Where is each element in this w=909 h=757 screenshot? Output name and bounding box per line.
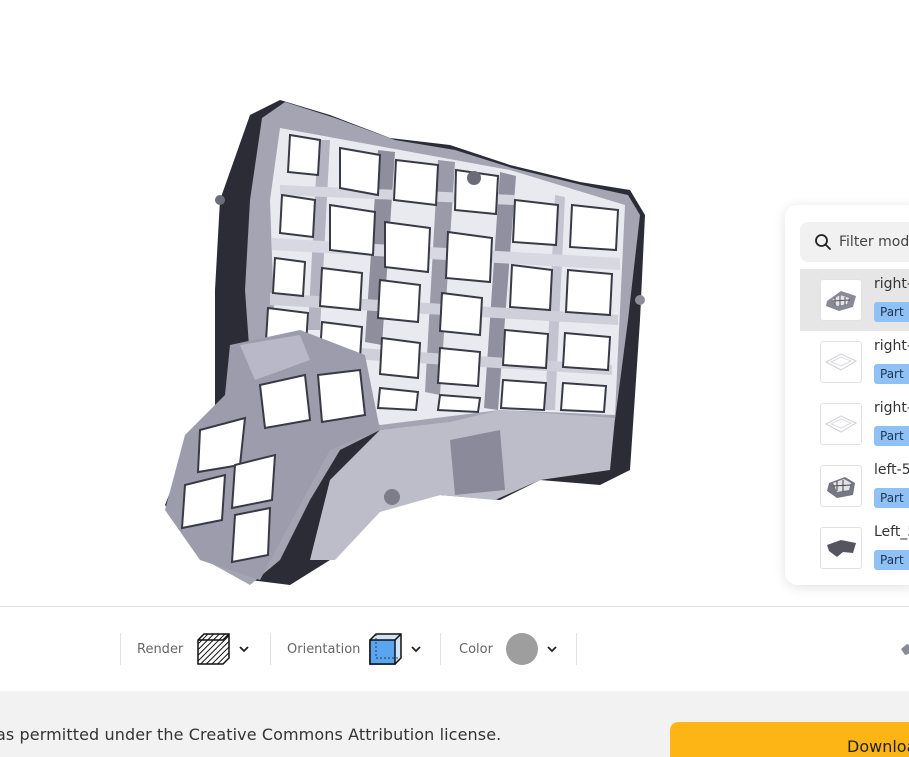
3d-model-viewer[interactable] [0,0,909,606]
color-label: Color [459,642,493,657]
part-badge: Part [874,488,909,508]
model-thumbnail [820,527,862,569]
chevron-down-icon [239,646,249,653]
model-item-left-5x7-case[interactable]: Left_5x7_case Part [800,517,909,579]
footer-bar: as permitted under the Creative Commons … [0,691,909,757]
model-name: left-5x7-plate [874,462,909,478]
model-name: Left_5x7_case [874,524,909,540]
orientation-label: Orientation [287,642,361,657]
model-thumbnail [820,465,862,507]
model-item-right-5x7-plate[interactable]: right-5x7-plate Part [800,269,909,331]
orientation-dropdown[interactable] [369,633,425,665]
chevron-down-icon [547,646,557,653]
search-icon [815,234,831,250]
hatched-cube-icon [197,633,230,665]
toolbar-divider [440,633,441,665]
toolbar-divider [270,633,271,665]
filter-models-input[interactable] [839,234,909,250]
part-badge: Part [874,364,909,384]
filter-box[interactable] [800,222,909,262]
part-badge: Part [874,426,909,446]
keyboard-model-render[interactable] [0,0,909,606]
license-text: as permitted under the Creative Commons … [0,725,502,744]
toolbar-divider [576,633,577,665]
model-item-right-5x7-case[interactable]: right-5x7-case Part [800,331,909,393]
color-swatch [506,633,538,665]
model-item-left-5x7-plate[interactable]: left-5x7-plate Part [800,455,909,517]
toolbar-divider [120,633,121,665]
model-name: right-5x7-plate [874,276,909,292]
viewer-toolbar: Render Orientation Color [0,606,909,691]
model-name: right-5x7-case [874,338,909,354]
model-thumbnail [820,403,862,445]
render-mode-dropdown[interactable] [197,633,253,665]
color-dropdown[interactable] [505,633,561,665]
part-badge: Part [874,302,909,322]
blue-wireframe-cube-icon [369,633,402,665]
part-badge: Part [874,550,909,570]
render-label: Render [137,642,184,657]
download-button[interactable]: Download [670,722,909,757]
model-name: right-5x6-plate [874,400,909,416]
model-list-panel: right-5x7-plate Part right-5x7-case Part… [785,205,909,585]
partial-icon[interactable] [898,641,909,657]
model-thumbnail [820,341,862,383]
model-thumbnail [820,279,862,321]
model-list: right-5x7-plate Part right-5x7-case Part… [800,269,909,579]
chevron-down-icon [411,646,421,653]
model-item-right-5x6-plate[interactable]: right-5x6-plate Part [800,393,909,455]
